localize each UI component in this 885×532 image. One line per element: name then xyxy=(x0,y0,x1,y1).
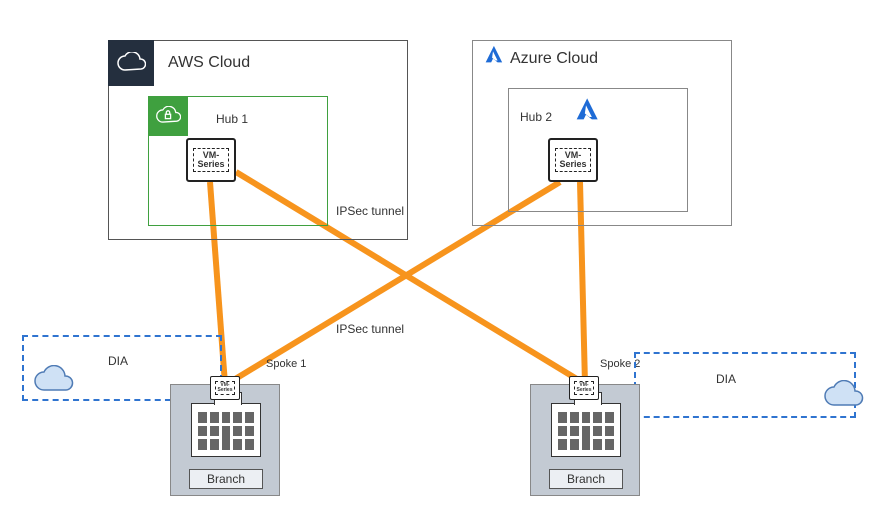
hub2-vm-series-node: VM-Series xyxy=(548,138,598,182)
spoke1-label: Spoke 1 xyxy=(266,358,306,370)
hub1-cloud-lock-icon xyxy=(148,96,188,136)
branch1-box: Branch xyxy=(170,384,280,496)
aws-cloud-title: AWS Cloud xyxy=(168,54,250,72)
branch1-building-icon xyxy=(191,403,261,457)
branch2-box: Branch xyxy=(530,384,640,496)
branch1-vm-label-2: Series xyxy=(217,387,232,393)
branch2-label: Branch xyxy=(549,469,623,489)
ipsec-tunnel-label-upper: IPSec tunnel xyxy=(336,204,404,218)
ipsec-tunnel-label-lower: IPSec tunnel xyxy=(336,322,404,336)
diagram-canvas: AWS Cloud Hub 1 VM-Series Azure Cloud Hu… xyxy=(0,0,885,532)
hub2-title: Hub 2 xyxy=(520,110,552,124)
dia-label-right: DIA xyxy=(716,372,736,386)
dia-label-left: DIA xyxy=(108,354,128,368)
hub1-title: Hub 1 xyxy=(216,112,248,126)
aws-cloud-icon xyxy=(108,40,154,86)
branch2-vm-label-2: Series xyxy=(576,387,591,393)
hub1-vm-series-node: VM-Series xyxy=(186,138,236,182)
dia-cloud-icon-left xyxy=(30,365,76,398)
branch1-label: Branch xyxy=(189,469,263,489)
branch1-vm-series-node: VM-Series xyxy=(210,376,240,400)
branch2-building-icon xyxy=(551,403,621,457)
azure-icon xyxy=(482,44,504,66)
azure-cloud-title: Azure Cloud xyxy=(510,50,598,68)
dia-cloud-icon-right xyxy=(820,380,866,413)
branch2-vm-series-node: VM-Series xyxy=(569,376,599,400)
hub1-vm-label-2: Series xyxy=(197,159,224,169)
hub2-vm-label-2: Series xyxy=(559,159,586,169)
hub2-azure-icon xyxy=(570,96,602,124)
